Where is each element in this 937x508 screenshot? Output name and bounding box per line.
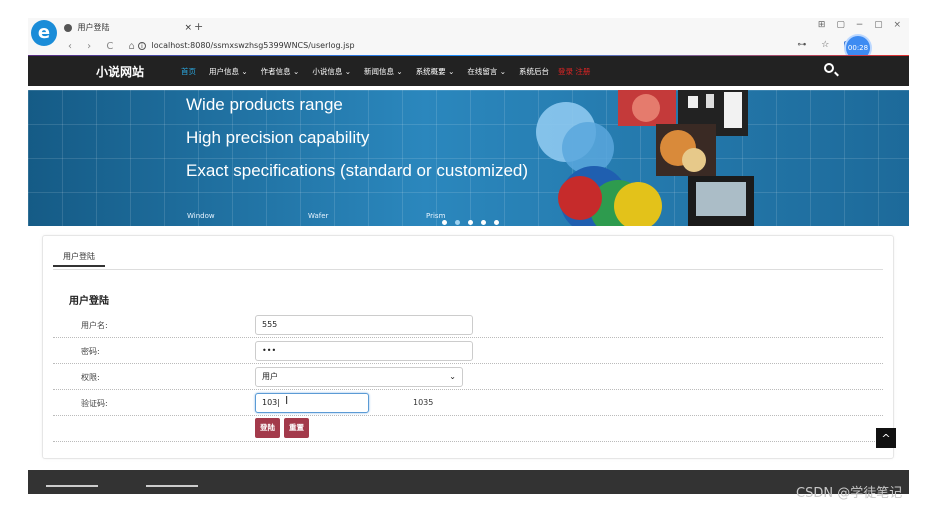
url-text: localhost:8080/ssmxswzhsg5399WNCS/userlo… <box>151 41 355 50</box>
back-to-top-button[interactable]: ^ <box>876 428 896 448</box>
site-footer <box>28 470 909 494</box>
captcha-label: 验证码: <box>81 399 108 408</box>
password-input[interactable]: ••• <box>255 341 473 361</box>
form-title: 用户登陆 <box>69 296 109 307</box>
qr-code-icon-2 <box>146 485 198 494</box>
menu-system-summary[interactable]: 系统概要 ⌄ <box>416 66 455 77</box>
site-navbar: 小说网站 首页 用户信息 ⌄ 作者信息 ⌄ 小说信息 ⌄ 新闻信息 ⌄ 系统概要… <box>28 56 909 86</box>
browser-tab[interactable]: 用户登陆 × <box>64 20 192 36</box>
menu-admin[interactable]: 系统后台 <box>519 66 549 77</box>
captcha-input[interactable]: 103| <box>255 393 369 413</box>
carousel-dot[interactable] <box>494 220 499 225</box>
browser-chrome: e 用户登陆 × + ‹ › C ⌂ i localhost:8080/ssmx… <box>28 18 909 60</box>
password-label: 密码: <box>81 347 100 356</box>
site-menu: 首页 用户信息 ⌄ 作者信息 ⌄ 小说信息 ⌄ 新闻信息 ⌄ 系统概要 ⌄ 在线… <box>181 66 603 77</box>
tab-user-login[interactable]: 用户登陆 <box>53 251 105 267</box>
banner-line-2: High precision capability <box>186 128 370 147</box>
username-row: 用户名: 555 <box>53 312 883 338</box>
tab-close-icon[interactable]: × <box>184 20 192 36</box>
banner-grid <box>28 90 909 226</box>
hero-banner[interactable]: Wide products range High precision capab… <box>28 90 909 226</box>
button-row: 登陆 重置 <box>53 418 883 442</box>
site-logo[interactable]: 小说网站 <box>96 63 144 80</box>
role-select-value: 用户 <box>262 372 278 381</box>
carousel-dot[interactable] <box>455 220 460 225</box>
tab-underline <box>53 269 883 270</box>
address-bar[interactable]: i localhost:8080/ssmxswzhsg5399WNCS/user… <box>138 41 355 50</box>
role-row: 权限: 用户 ⌄ <box>53 364 883 390</box>
browser-window: e 用户登陆 × + ‹ › C ⌂ i localhost:8080/ssmx… <box>28 14 909 494</box>
caption-wafer: Wafer <box>308 212 329 220</box>
banner-line-1: Wide products range <box>186 95 343 114</box>
captcha-code[interactable]: 1035 <box>413 398 433 407</box>
role-select[interactable]: 用户 ⌄ <box>255 367 463 387</box>
text-cursor-icon: I <box>285 394 289 407</box>
menu-novel-info[interactable]: 小说信息 ⌄ <box>312 66 351 77</box>
carousel-dots <box>442 210 507 226</box>
login-button[interactable]: 登陆 <box>255 418 280 438</box>
site-info-icon[interactable]: i <box>138 42 146 50</box>
qr-code-icon <box>46 485 98 494</box>
new-tab-button[interactable]: + <box>194 20 203 33</box>
tab-title: 用户登陆 <box>77 23 110 32</box>
carousel-dot[interactable] <box>481 220 486 225</box>
role-label: 权限: <box>81 373 100 382</box>
watermark: CSDN @学徒笔记 <box>796 486 903 501</box>
browser-logo-icon: e <box>31 20 57 46</box>
browser-nav-buttons[interactable]: ‹ › C ⌂ <box>68 41 141 52</box>
search-icon[interactable] <box>824 63 834 73</box>
tab-favicon-icon <box>64 23 72 32</box>
username-label: 用户名: <box>81 321 108 330</box>
menu-news-info[interactable]: 新闻信息 ⌄ <box>364 66 403 77</box>
menu-home[interactable]: 首页 <box>181 66 196 77</box>
captcha-row: 验证码: 103| I 1035 <box>53 390 883 416</box>
caption-window: Window <box>187 212 215 220</box>
username-input[interactable]: 555 <box>255 315 473 335</box>
menu-author-info[interactable]: 作者信息 ⌄ <box>261 66 300 77</box>
menu-login-register[interactable]: 登录 注册 <box>558 66 590 77</box>
chevron-down-icon: ⌄ <box>449 372 456 381</box>
menu-online-message[interactable]: 在线留言 ⌄ <box>467 66 506 77</box>
optics-product-image <box>536 90 754 226</box>
menu-user-info[interactable]: 用户信息 ⌄ <box>209 66 248 77</box>
window-controls[interactable]: ⊞ ▢ − ▢ × <box>818 20 905 30</box>
carousel-dot[interactable] <box>468 220 473 225</box>
carousel-dot[interactable] <box>442 220 447 225</box>
banner-line-3: Exact specifications (standard or custom… <box>186 161 529 180</box>
password-row: 密码: ••• <box>53 338 883 364</box>
login-panel: 用户登陆 用户登陆 用户名: 555 密码: ••• 权限: 用户 ⌄ 验证码:… <box>42 235 894 459</box>
reset-button[interactable]: 重置 <box>284 418 309 438</box>
